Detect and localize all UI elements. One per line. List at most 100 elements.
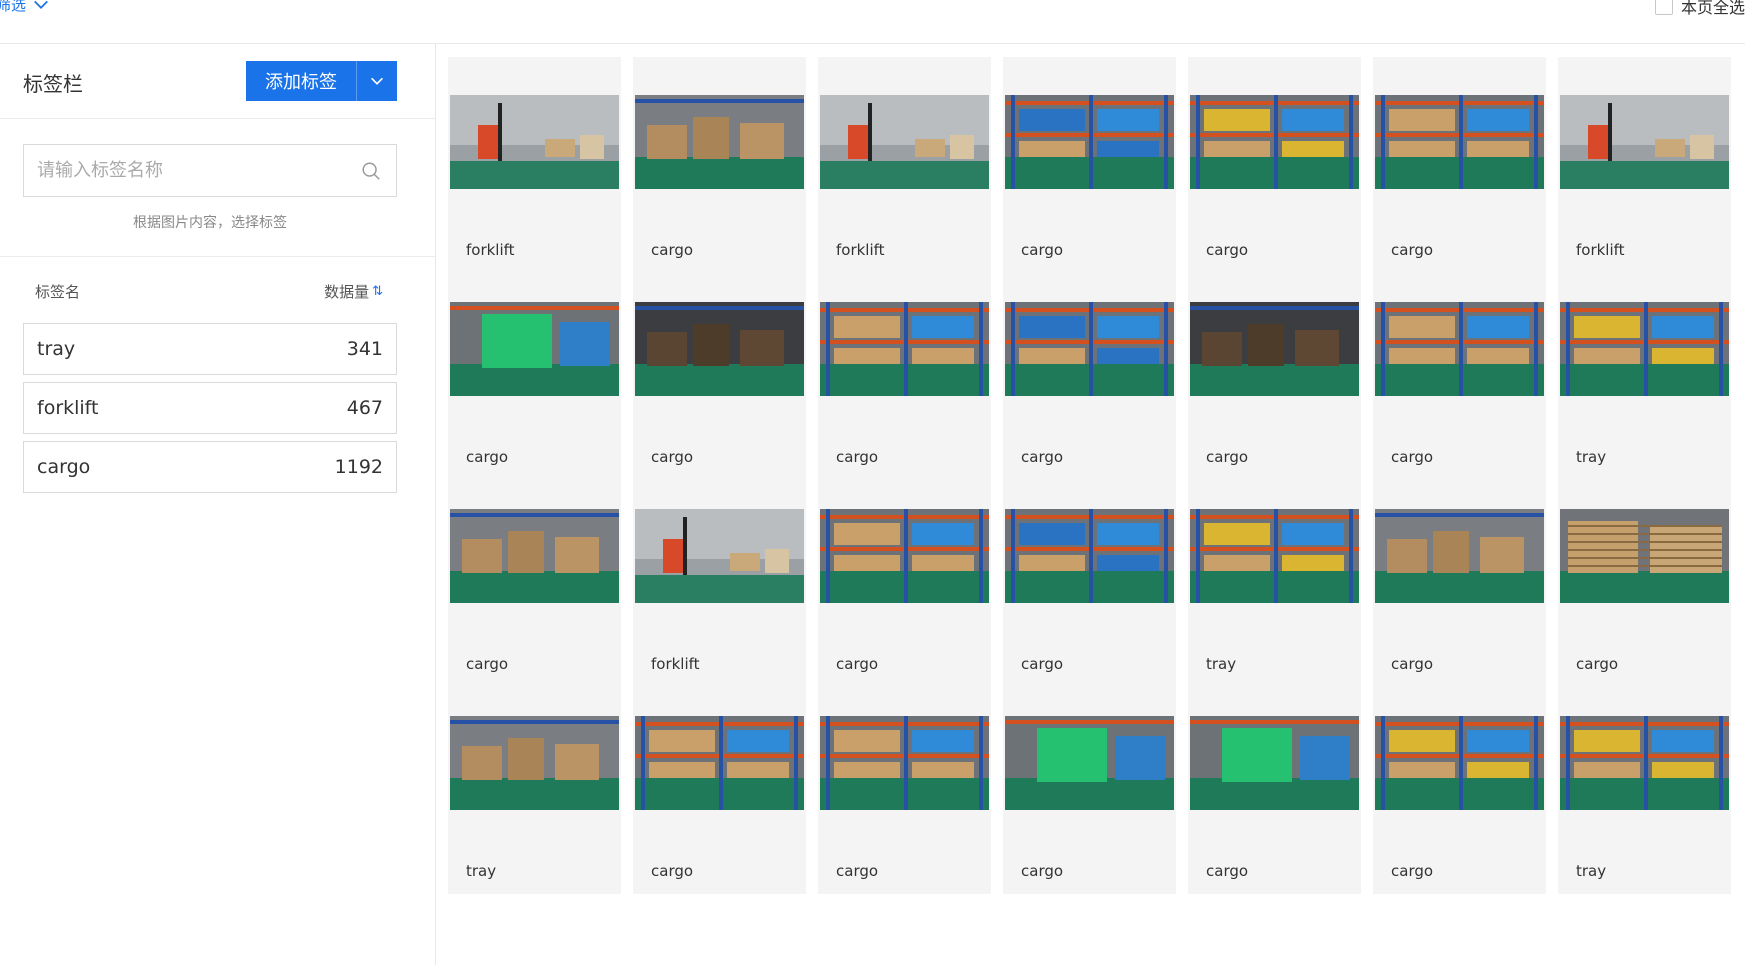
- select-page-all[interactable]: 本页全选: [1654, 0, 1745, 18]
- add-tag-dropdown[interactable]: [356, 61, 397, 101]
- image-tag-label: cargo: [1391, 448, 1434, 466]
- tag-count: 467: [346, 397, 383, 419]
- image-card[interactable]: tray: [448, 678, 621, 894]
- image-card[interactable]: cargo: [818, 678, 991, 894]
- image-card[interactable]: forklift: [1558, 57, 1731, 273]
- image-thumbnail[interactable]: [635, 95, 804, 189]
- image-card[interactable]: cargo: [448, 264, 621, 480]
- image-thumbnail[interactable]: [1560, 302, 1729, 396]
- search-icon[interactable]: [360, 160, 382, 182]
- image-card[interactable]: cargo: [1373, 678, 1546, 894]
- tag-list-header: 标签名 数据量 ⇅: [0, 257, 435, 311]
- image-thumbnail[interactable]: [1375, 95, 1544, 189]
- image-thumbnail[interactable]: [1190, 95, 1359, 189]
- image-thumbnail[interactable]: [1375, 716, 1544, 810]
- image-thumbnail[interactable]: [1560, 716, 1729, 810]
- image-thumbnail[interactable]: [1005, 302, 1174, 396]
- tag-count: 341: [346, 338, 383, 360]
- tag-count: 1192: [334, 456, 383, 478]
- image-thumbnail[interactable]: [1375, 509, 1544, 603]
- image-tag-label: cargo: [1576, 655, 1619, 673]
- image-card[interactable]: forklift: [818, 57, 991, 273]
- add-tag-group: 添加标签: [246, 61, 397, 101]
- image-tag-label: cargo: [651, 241, 694, 259]
- tag-sidebar: 标签栏 添加标签 根据图片内容，选择标签 标签名 数据量 ⇅ tray 341 …: [0, 44, 436, 965]
- image-tag-label: tray: [1576, 862, 1607, 880]
- image-tag-label: cargo: [651, 448, 694, 466]
- image-tag-label: forklift: [836, 241, 885, 259]
- image-card[interactable]: cargo: [818, 471, 991, 687]
- image-thumbnail[interactable]: [635, 509, 804, 603]
- image-tag-label: cargo: [836, 655, 879, 673]
- image-gallery: forklift cargo forklift cargo cargo cargo fork…: [448, 57, 1745, 965]
- image-thumbnail[interactable]: [1190, 509, 1359, 603]
- image-thumbnail[interactable]: [1005, 716, 1174, 810]
- image-thumbnail[interactable]: [635, 716, 804, 810]
- tag-name: forklift: [37, 397, 99, 419]
- image-tag-label: cargo: [1021, 241, 1064, 259]
- image-thumbnail[interactable]: [450, 95, 619, 189]
- image-thumbnail[interactable]: [820, 95, 989, 189]
- tag-name: tray: [37, 338, 76, 360]
- image-thumbnail[interactable]: [450, 716, 619, 810]
- column-tag-name: 标签名: [35, 283, 81, 301]
- image-card[interactable]: cargo: [633, 264, 806, 480]
- image-card[interactable]: cargo: [818, 264, 991, 480]
- tag-row-tray[interactable]: tray 341: [23, 323, 397, 375]
- image-tag-label: cargo: [1206, 241, 1249, 259]
- image-card[interactable]: forklift: [448, 57, 621, 273]
- image-card[interactable]: cargo: [633, 678, 806, 894]
- image-tag-label: tray: [1576, 448, 1607, 466]
- image-thumbnail[interactable]: [820, 509, 989, 603]
- image-card[interactable]: forklift: [633, 471, 806, 687]
- image-card[interactable]: cargo: [1188, 264, 1361, 480]
- image-thumbnail[interactable]: [1005, 95, 1174, 189]
- image-card[interactable]: cargo: [1003, 678, 1176, 894]
- image-tag-label: cargo: [651, 862, 694, 880]
- image-card[interactable]: cargo: [1373, 57, 1546, 273]
- image-card[interactable]: cargo: [1188, 57, 1361, 273]
- image-thumbnail[interactable]: [820, 716, 989, 810]
- image-thumbnail[interactable]: [450, 509, 619, 603]
- gallery-grid: forklift cargo forklift cargo cargo cargo fork…: [448, 57, 1745, 965]
- tag-row-cargo[interactable]: cargo 1192: [23, 441, 397, 493]
- image-tag-label: cargo: [466, 655, 509, 673]
- image-card[interactable]: tray: [1558, 264, 1731, 480]
- image-thumbnail[interactable]: [635, 302, 804, 396]
- image-card[interactable]: tray: [1188, 471, 1361, 687]
- image-card[interactable]: cargo: [1373, 264, 1546, 480]
- tag-search-area: 根据图片内容，选择标签: [0, 119, 435, 257]
- image-card[interactable]: cargo: [633, 57, 806, 273]
- image-tag-label: tray: [466, 862, 497, 880]
- image-card[interactable]: cargo: [448, 471, 621, 687]
- tag-name: cargo: [37, 456, 91, 478]
- select-page-label: 本页全选: [1680, 0, 1745, 17]
- image-tag-label: cargo: [1206, 862, 1249, 880]
- image-tag-label: cargo: [1206, 448, 1249, 466]
- image-thumbnail[interactable]: [1190, 302, 1359, 396]
- add-tag-button[interactable]: 添加标签: [246, 61, 356, 101]
- image-card[interactable]: cargo: [1003, 471, 1176, 687]
- select-page-checkbox[interactable]: [1654, 0, 1673, 15]
- image-card[interactable]: cargo: [1003, 264, 1176, 480]
- image-tag-label: forklift: [466, 241, 515, 259]
- image-card[interactable]: cargo: [1003, 57, 1176, 273]
- image-thumbnail[interactable]: [450, 302, 619, 396]
- image-thumbnail[interactable]: [1560, 509, 1729, 603]
- image-card[interactable]: cargo: [1373, 471, 1546, 687]
- image-thumbnail[interactable]: [820, 302, 989, 396]
- image-card[interactable]: cargo: [1558, 471, 1731, 687]
- image-tag-label: cargo: [1391, 862, 1434, 880]
- tag-search-input[interactable]: [24, 145, 344, 196]
- tag-row-forklift[interactable]: forklift 467: [23, 382, 397, 434]
- sort-icon[interactable]: ⇅: [372, 284, 383, 299]
- image-thumbnail[interactable]: [1005, 509, 1174, 603]
- filter-toggle[interactable]: 筛选: [0, 0, 50, 15]
- filter-label: 筛选: [0, 0, 27, 14]
- image-card[interactable]: cargo: [1188, 678, 1361, 894]
- image-card[interactable]: tray: [1558, 678, 1731, 894]
- search-hint: 根据图片内容，选择标签: [133, 215, 287, 231]
- image-thumbnail[interactable]: [1375, 302, 1544, 396]
- image-thumbnail[interactable]: [1560, 95, 1729, 189]
- image-thumbnail[interactable]: [1190, 716, 1359, 810]
